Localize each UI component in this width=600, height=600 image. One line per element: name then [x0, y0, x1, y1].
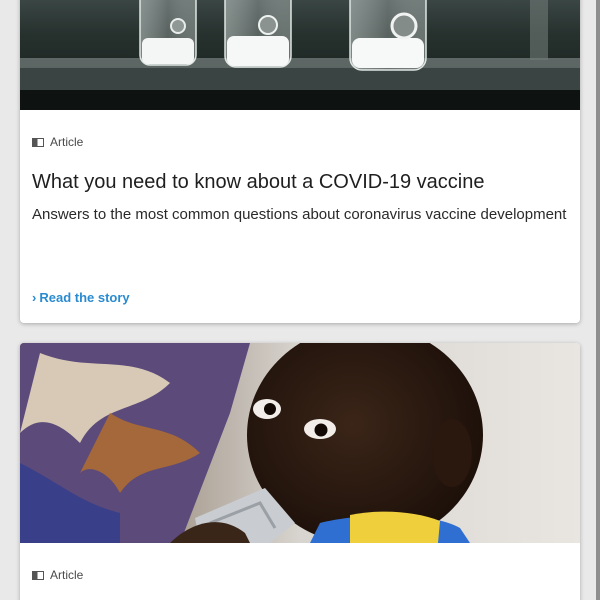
read-the-story-label: Read the story: [39, 290, 130, 305]
article-summary: Answers to the most common questions abo…: [32, 206, 567, 223]
child-eating-illustration: [20, 343, 580, 543]
article-icon: [32, 570, 44, 580]
content-type-label: Article: [50, 568, 84, 582]
chevron-right-icon: ›: [32, 289, 37, 305]
read-the-story-link[interactable]: › Read the story: [32, 290, 130, 305]
vaccine-vials-photo[interactable]: [20, 0, 580, 110]
content-type-label: Article: [50, 135, 84, 149]
scrollbar-thumb[interactable]: [596, 0, 600, 600]
article-icon: [32, 137, 44, 147]
article-feed: Article What you need to know about a CO…: [0, 0, 596, 600]
child-eating-photo[interactable]: [20, 343, 580, 543]
article-card[interactable]: Article What you need to know about a CO…: [20, 0, 580, 323]
card-meta: Article: [32, 134, 580, 150]
card-meta: Article: [32, 567, 580, 583]
scrollbar[interactable]: [596, 0, 600, 600]
article-title[interactable]: What you need to know about a COVID-19 v…: [32, 170, 568, 194]
vaccine-vials-illustration: [20, 0, 580, 110]
article-card[interactable]: Article: [20, 343, 580, 600]
